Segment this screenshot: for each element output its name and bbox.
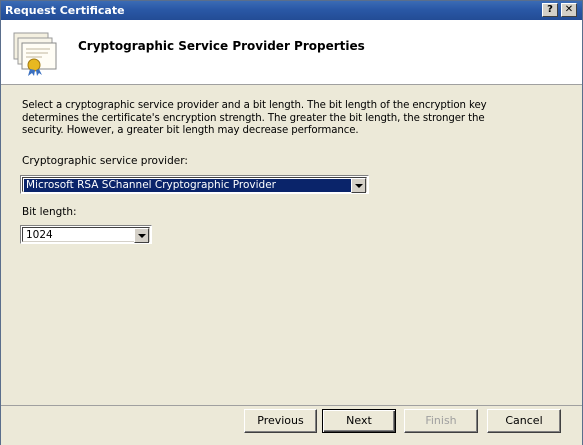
bit-length-label: Bit length: [22,206,77,218]
csp-selected-value: Microsoft RSA SChannel Cryptographic Pro… [24,179,351,192]
bit-length-selected-value: 1024 [26,229,53,241]
help-button[interactable]: ? [542,3,558,17]
chevron-down-icon[interactable] [134,228,149,243]
cancel-button[interactable]: Cancel [487,409,561,433]
bit-length-select-field[interactable]: 1024 [22,227,150,243]
finish-button: Finish [404,409,478,433]
main-content: Select a cryptographic service provider … [1,85,582,405]
bit-length-select[interactable]: 1024 [20,225,152,244]
wizard-footer: Previous Next Finish Cancel [1,405,582,445]
previous-button[interactable]: Previous [244,409,317,433]
window-title: Request Certificate [5,4,125,17]
page-title: Cryptographic Service Provider Propertie… [78,39,365,53]
wizard-header: Cryptographic Service Provider Propertie… [1,20,582,85]
csp-select[interactable]: Microsoft RSA SChannel Cryptographic Pro… [20,175,369,194]
csp-select-field[interactable]: Microsoft RSA SChannel Cryptographic Pro… [22,177,367,193]
csp-label: Cryptographic service provider: [22,155,188,167]
chevron-down-icon[interactable] [351,178,366,193]
next-button[interactable]: Next [322,409,396,433]
certificate-icon [13,32,57,76]
close-button[interactable]: ✕ [561,3,577,17]
description-text: Select a cryptographic service provider … [22,100,487,136]
request-certificate-dialog: Request Certificate ? ✕ Cryptographic Se… [0,0,583,445]
title-bar[interactable]: Request Certificate ? ✕ [1,1,582,20]
